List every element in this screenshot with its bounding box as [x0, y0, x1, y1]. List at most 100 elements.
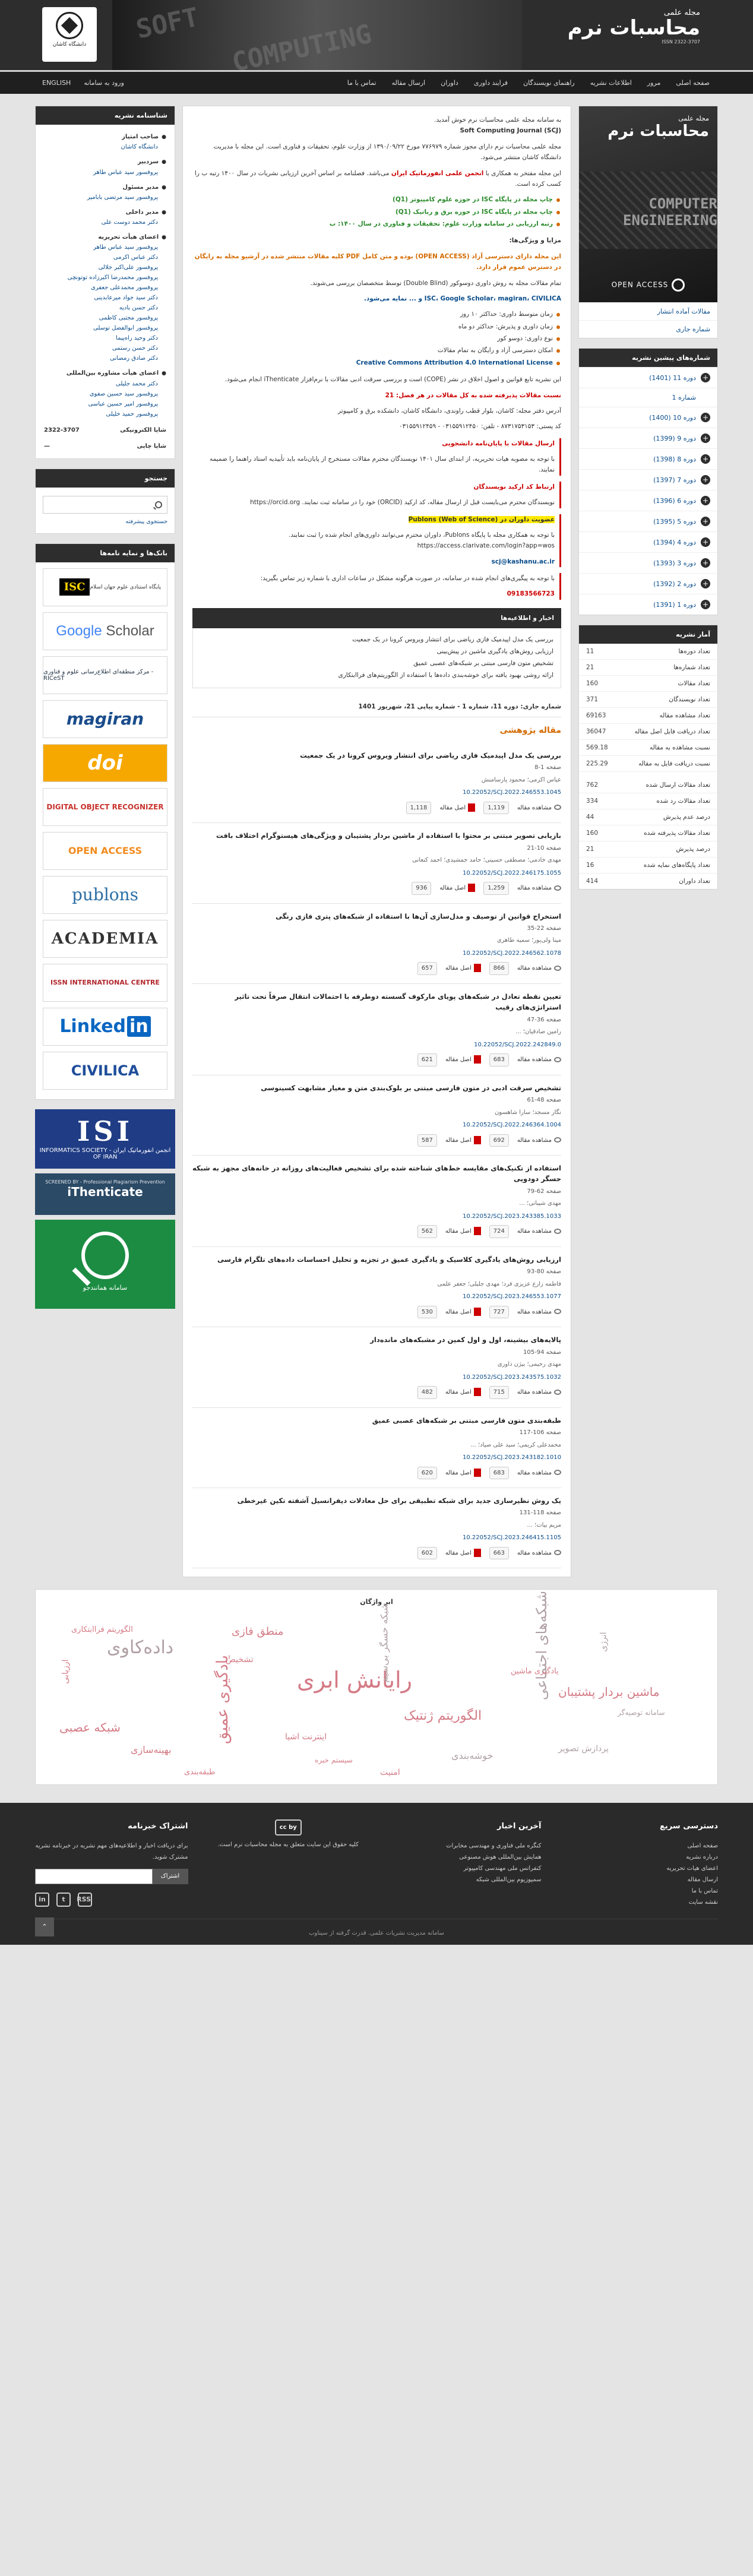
keyword-link[interactable]: ماشین بردار پشتیبان	[558, 1685, 660, 1699]
board-member[interactable]: دانشگاه کاشان	[44, 142, 166, 152]
keyword-link[interactable]: خوشه‌بندی	[451, 1750, 493, 1761]
nav-journal-info[interactable]: اطلاعات نشریه	[590, 79, 632, 87]
news-item[interactable]: ارزیابی روش‌های یادگیری ماشین در پیش‌بین…	[200, 646, 553, 658]
keyword-link[interactable]: تشخیص	[226, 1655, 254, 1664]
board-member[interactable]: پروفسور سید حسین صفوی	[44, 389, 166, 399]
magiran-logo[interactable]: magiran	[43, 700, 167, 738]
news-item[interactable]: ارائه روشی بهبود یافته برای خوشه‌بندی دا…	[200, 670, 553, 682]
board-member[interactable]: دکتر صادق رمضانی	[44, 353, 166, 363]
view-article-link[interactable]: مشاهده مقاله	[517, 1387, 561, 1398]
article-title[interactable]: طبقه‌بندی متون فارسی مبتنی بر شبکه‌های ع…	[192, 1415, 561, 1426]
expand-icon[interactable]: +	[701, 433, 710, 443]
footer-link[interactable]: درباره نشریه	[565, 1852, 718, 1863]
current-issue-heading[interactable]: شماره جاری: دوره 11، شماره 1 - شماره پیا…	[192, 697, 561, 718]
issue-item[interactable]: + دوره 10 (1400)	[579, 407, 717, 428]
article-title[interactable]: استخراج قوانین از توصیف و مدل‌سازی آن‌ها…	[192, 911, 561, 922]
doi-logo[interactable]: doi	[43, 743, 167, 782]
issue-item[interactable]: + دوره 9 (1399)	[579, 428, 717, 448]
footer-link[interactable]: اعضای هیات تحریریه	[565, 1863, 718, 1874]
board-member[interactable]: دکتر محمد جلیلی	[44, 379, 166, 389]
view-article-link[interactable]: مشاهده مقاله	[517, 1307, 561, 1318]
view-article-link[interactable]: مشاهده مقاله	[517, 1135, 561, 1146]
issue-item[interactable]: + دوره 1 (1391)	[579, 594, 717, 615]
linkedin-icon[interactable]: in	[35, 1893, 49, 1907]
article-doi-link[interactable]: 10.22052/SCJ.2022.246364.1004	[192, 1120, 561, 1131]
board-member[interactable]: دکتر وحید راه‌پیما	[44, 333, 166, 343]
pdf-link[interactable]: اصل مقاله	[445, 1548, 481, 1559]
keyword-link[interactable]: الگوریتم فراابتکاری	[71, 1625, 133, 1634]
pdf-link[interactable]: اصل مقاله	[445, 963, 481, 974]
footer-link[interactable]: نقشه سایت	[565, 1897, 718, 1908]
issue-item[interactable]: + دوره 3 (1393)	[579, 552, 717, 573]
board-member[interactable]: دکتر عباس اکرمی	[44, 252, 166, 262]
issue-item[interactable]: + دوره 5 (1395)	[579, 511, 717, 531]
language-switch[interactable]: ENGLISH	[42, 79, 71, 87]
article-doi-link[interactable]: 10.22052/SCJ.2022.246562.1078	[192, 948, 561, 959]
board-member[interactable]: پروفسور سید مرتضی بابامیر	[44, 192, 166, 202]
article-doi-link[interactable]: 10.22052/SCJ.2022.246175.1055	[192, 868, 561, 879]
nav-author-guide[interactable]: راهنمای نویسندگان	[523, 79, 575, 87]
issue-item[interactable]: + دوره 11 (1401)	[579, 367, 717, 388]
view-article-link[interactable]: مشاهده مقاله	[517, 963, 561, 974]
expand-icon[interactable]: +	[701, 558, 710, 568]
keyword-link[interactable]: طبقه‌بندی	[184, 1768, 215, 1777]
board-member[interactable]: پروفسور ابوالفضل توسلی	[44, 323, 166, 333]
twitter-icon[interactable]: t	[56, 1893, 71, 1907]
keyword-link[interactable]: شبکه حسگر بی‌سیم	[379, 1603, 390, 1683]
nav-submit[interactable]: ارسال مقاله	[392, 79, 425, 87]
issue-item[interactable]: + دوره 4 (1394)	[579, 531, 717, 552]
view-article-link[interactable]: مشاهده مقاله	[517, 883, 561, 894]
board-member[interactable]: پروفسور محمدعلی جعفری	[44, 283, 166, 293]
pdf-link[interactable]: اصل مقاله	[445, 1135, 481, 1146]
keyword-link[interactable]: منطق فازی	[232, 1625, 283, 1638]
article-doi-link[interactable]: 10.22052/SCJ.2023.243182.1010	[192, 1452, 561, 1463]
expand-icon[interactable]: +	[701, 600, 710, 609]
expand-icon[interactable]: +	[701, 373, 710, 382]
footer-news-item[interactable]: سمپوزیوم بین‌المللی شبکه	[388, 1874, 542, 1885]
article-doi-link[interactable]: 10.22052/SCJ.2022.242849.0	[192, 1040, 561, 1050]
keyword-link[interactable]: انرژی	[599, 1632, 609, 1652]
login-link[interactable]: ورود به سامانه	[84, 79, 124, 87]
back-to-top-button[interactable]: ⌃	[35, 1917, 54, 1937]
news-item[interactable]: تشخیص متون فارسی مبتنی بر شبکه‌های عصبی …	[200, 658, 553, 670]
board-member[interactable]: دکتر محمد دوست علی	[44, 217, 166, 227]
issue-sub-item[interactable]: شماره 1	[579, 388, 717, 407]
informatics-society-logo[interactable]: ISI انجمن انفورماتیک ایران - INFORMATICS …	[35, 1109, 175, 1169]
journal-title[interactable]: مجله علمی محاسبات نرم ISSN 2322-3707	[568, 8, 700, 45]
article-doi-link[interactable]: 10.22052/SCJ.2023.246553.1077	[192, 1292, 561, 1302]
keyword-link[interactable]: الگوریتم ژنتیک	[404, 1708, 482, 1723]
footer-link[interactable]: صفحه اصلی	[565, 1840, 718, 1852]
keyword-link[interactable]: ارزیابی	[61, 1660, 71, 1684]
pdf-link[interactable]: اصل مقاله	[445, 1468, 481, 1479]
issue-item[interactable]: + دوره 2 (1392)	[579, 573, 717, 594]
article-doi-link[interactable]: 10.22052/SCJ.2022.246553.1045	[192, 787, 561, 798]
board-member[interactable]: پروفسور سید عباس طاهر	[44, 242, 166, 252]
isc-logo[interactable]: ISC پایگاه استنادی علوم جهان اسلام	[43, 568, 167, 606]
open-access-logo[interactable]: OPEN ACCESS	[43, 831, 167, 870]
board-member[interactable]: پروفسور سید عباس طاهر	[44, 167, 166, 178]
article-title[interactable]: استفاده از تکنیک‌های مقایسه خط‌های شناخت…	[192, 1163, 561, 1185]
footer-news-item[interactable]: کنفرانس ملی مهندسی کامپیوتر	[388, 1863, 542, 1874]
expand-icon[interactable]: +	[701, 496, 710, 505]
keyword-link[interactable]: بهینه‌سازی	[131, 1744, 172, 1755]
journal-cover[interactable]: مجله علمی محاسبات نرم COMPUTER ENGINEERIN…	[579, 106, 717, 302]
pdf-link[interactable]: اصل مقاله	[439, 803, 476, 814]
keyword-link[interactable]: امنیت	[380, 1768, 400, 1777]
search-icon[interactable]	[155, 501, 162, 508]
keyword-link[interactable]: سیستم خبره	[315, 1756, 353, 1764]
view-article-link[interactable]: مشاهده مقاله	[517, 1055, 561, 1065]
board-member[interactable]: پروفسور امیر حسین عباسی	[44, 399, 166, 409]
board-member[interactable]: پروفسور حمید خلیلی	[44, 409, 166, 419]
link-current-issue[interactable]: شماره جاری	[579, 320, 717, 338]
board-member[interactable]: دکتر حسن بادیه	[44, 303, 166, 313]
plagiarism-system-logo[interactable]: سامانه همانندجو	[35, 1219, 175, 1309]
nav-browse[interactable]: مرور	[647, 79, 661, 87]
article-doi-link[interactable]: 10.22052/SCJ.2023.246415.1105	[192, 1533, 561, 1543]
search-input[interactable]	[43, 495, 167, 514]
expand-icon[interactable]: +	[701, 579, 710, 588]
expand-icon[interactable]: +	[701, 413, 710, 422]
nav-reviewers[interactable]: داوران	[441, 79, 458, 87]
keyword-link[interactable]: رایانش ابری	[297, 1667, 412, 1693]
journal-email-link[interactable]: scj@kashanu.ac.ir	[192, 556, 555, 567]
expand-icon[interactable]: +	[701, 475, 710, 485]
